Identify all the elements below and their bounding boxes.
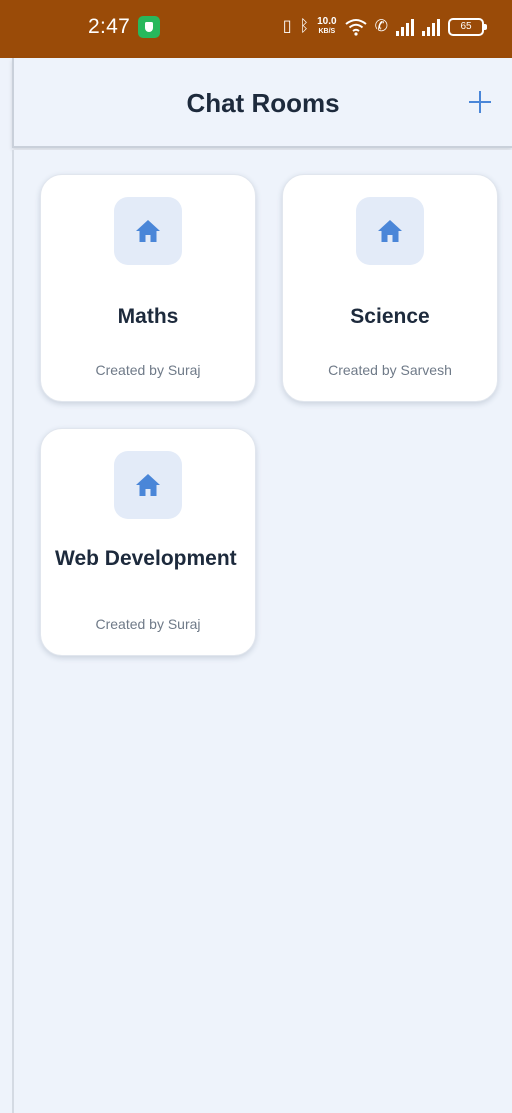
room-name: Maths (117, 305, 179, 328)
room-icon-tile (356, 197, 424, 265)
status-time: 2:47 (88, 15, 131, 38)
add-room-button[interactable] (462, 84, 498, 120)
vibrate-icon: ▯ (282, 18, 292, 35)
network-speed: 10.0 KB/S (317, 17, 336, 37)
shield-icon (138, 16, 160, 38)
room-card-maths[interactable]: Maths Created by Suraj (40, 174, 256, 402)
bluetooth-icon: ᛒ (299, 18, 310, 35)
screen: 2:47 ▯ ᛒ 10.0 KB/S ✆ 65 Chat Rooms Maths… (0, 0, 512, 1113)
speed-unit: KB/S (318, 28, 336, 35)
room-creator: Created by Sarvesh (328, 362, 452, 378)
speed-value: 10.0 (317, 16, 337, 27)
home-icon (136, 220, 160, 242)
room-icon-tile (114, 451, 182, 519)
room-grid: Maths Created by Suraj Science Created b… (12, 150, 512, 1113)
room-name: Science (350, 305, 430, 328)
room-creator: Created by Suraj (95, 362, 201, 378)
battery-icon: 65 (448, 18, 487, 36)
room-card-science[interactable]: Science Created by Sarvesh (282, 174, 498, 402)
room-card-web-development[interactable]: Web Development Created by Suraj (40, 428, 256, 656)
call-icon: ✆ (374, 18, 388, 35)
room-icon-tile (114, 197, 182, 265)
signal-icon (422, 18, 440, 36)
page-title: Chat Rooms (186, 88, 340, 118)
signal-icon (396, 18, 414, 36)
home-icon (378, 220, 402, 242)
status-bar: 2:47 ▯ ᛒ 10.0 KB/S ✆ 65 (0, 0, 512, 58)
app-bar: Chat Rooms (12, 58, 512, 148)
room-creator: Created by Suraj (95, 616, 201, 632)
room-name: Web Development (55, 547, 237, 570)
status-icons: ▯ ᛒ 10.0 KB/S ✆ 65 (282, 14, 487, 40)
wifi-icon (344, 19, 367, 36)
home-icon (136, 474, 160, 496)
